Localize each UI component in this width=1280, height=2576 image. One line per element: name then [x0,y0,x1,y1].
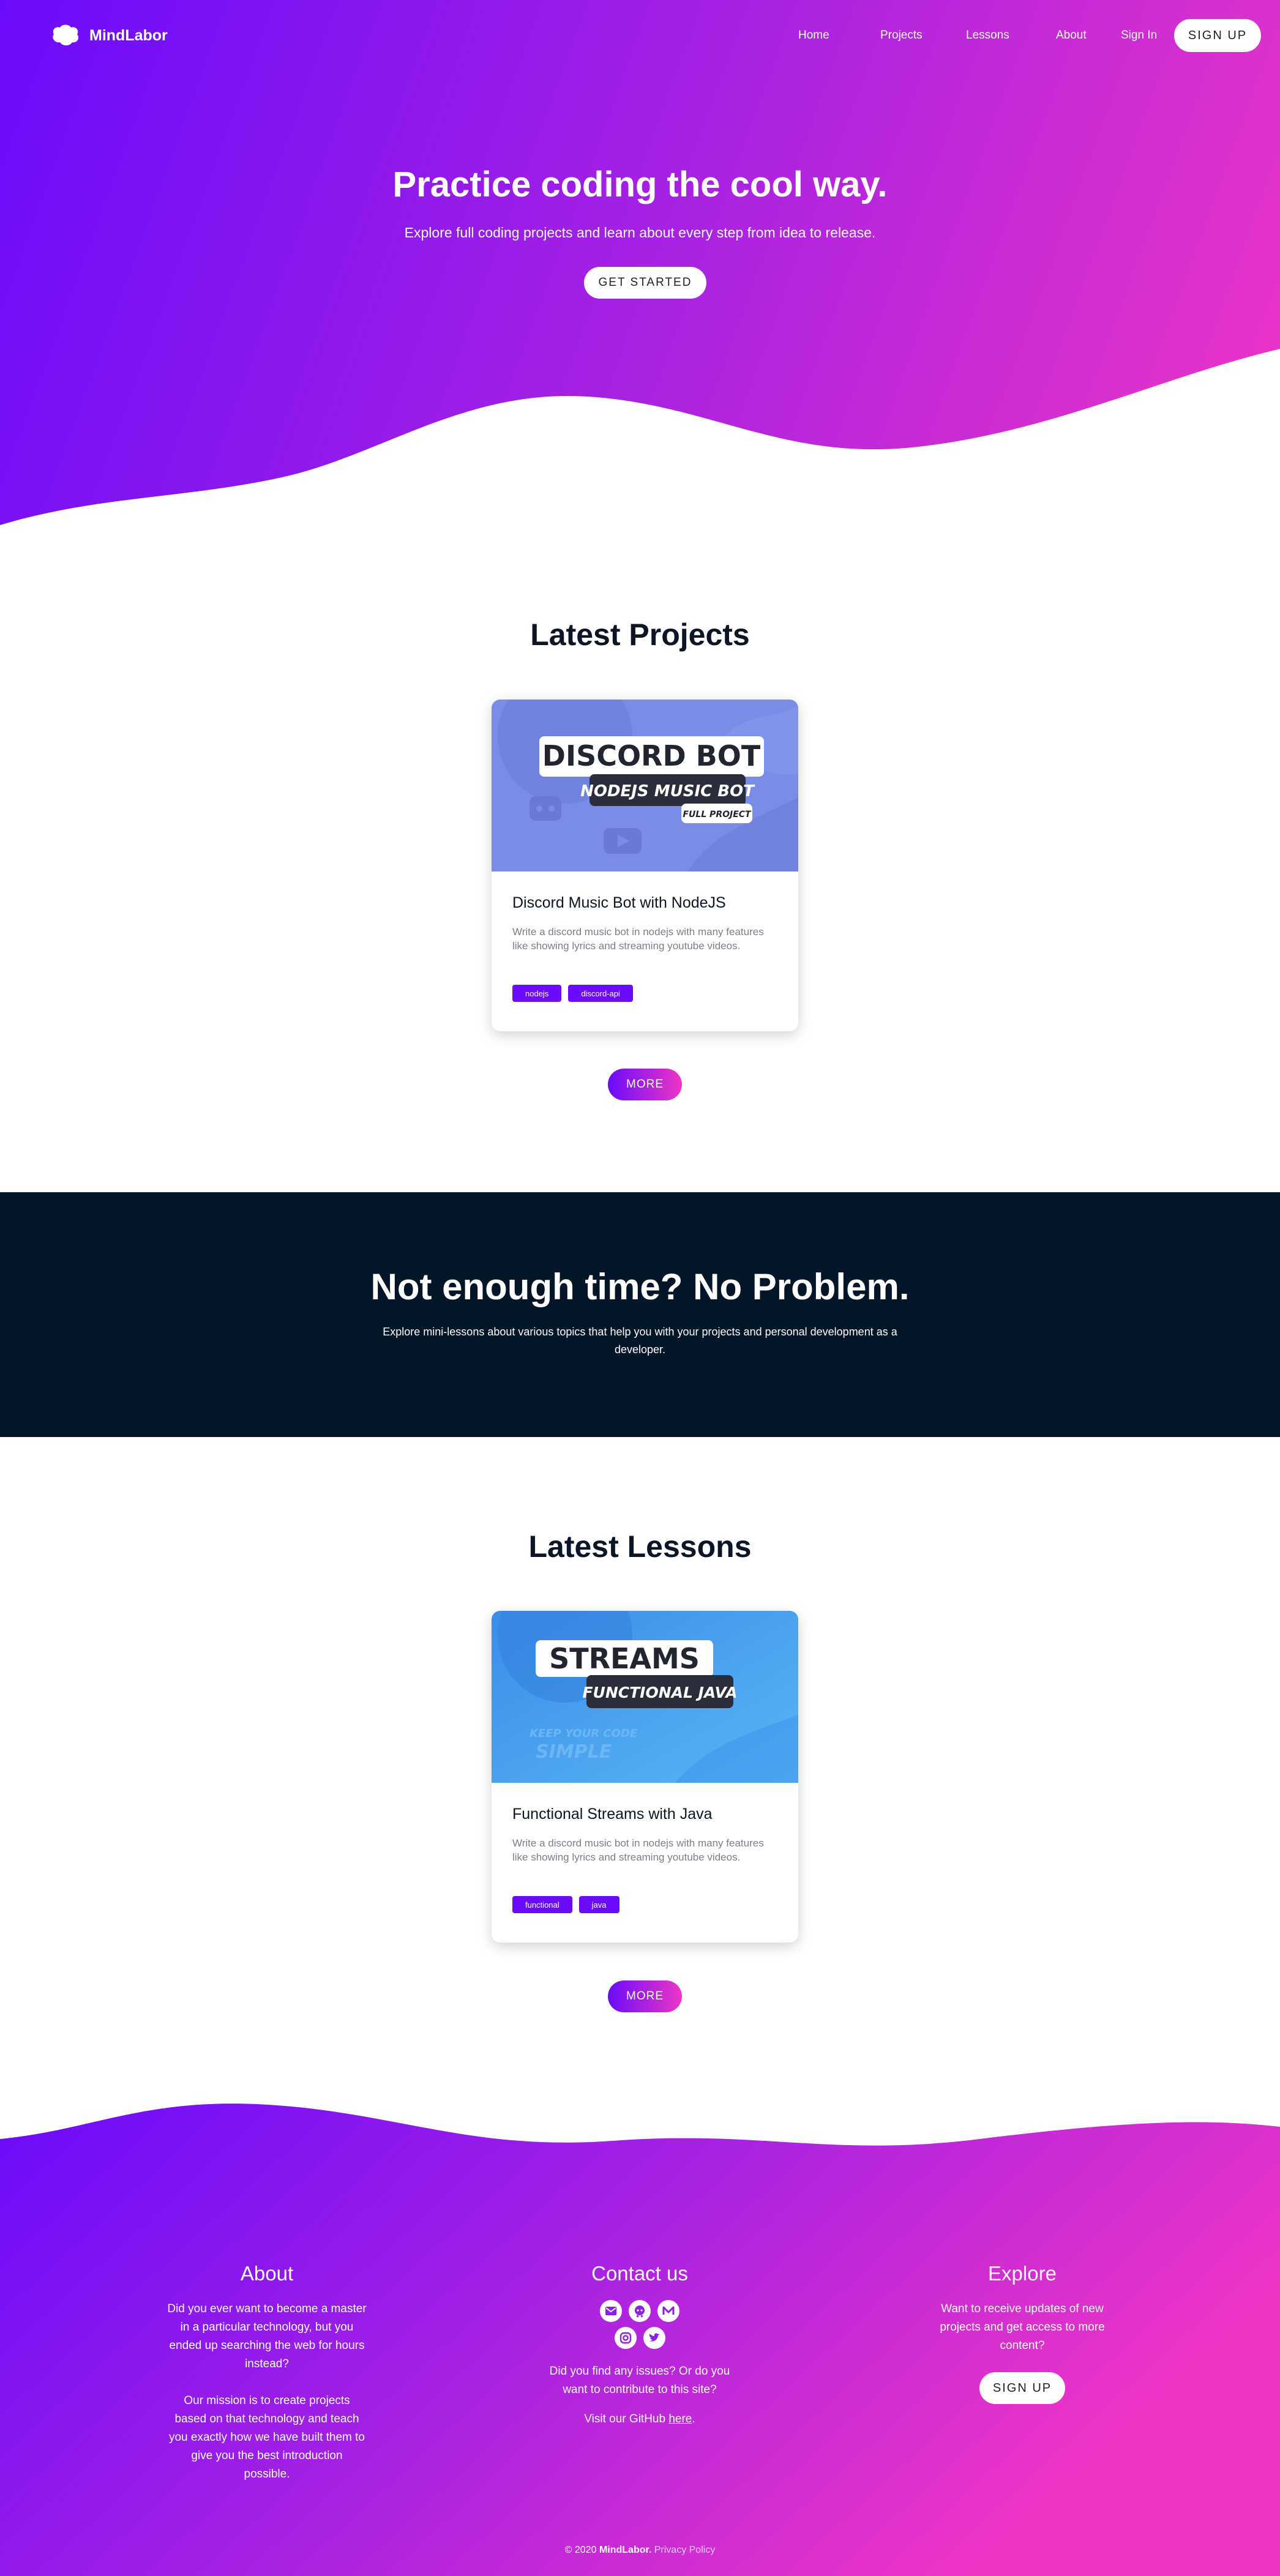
projects-more-button[interactable]: MORE [608,1069,682,1100]
nav-sign-in-link[interactable]: Sign In [1121,29,1157,42]
lessons-section-title: Latest Lessons [528,1529,752,1564]
footer-sign-up-button[interactable]: SIGN UP [979,2372,1065,2404]
footer-explore-text: Want to receive updates of new projects … [940,2302,1105,2352]
hero-section: MindLabor Home Projects Lessons About Si… [0,0,1280,539]
nav-link-projects[interactable]: Projects [880,29,923,42]
copyright: © 2020 MindLabor. Privacy Policy [0,2545,1280,2556]
tag-functional[interactable]: functional [512,1896,572,1913]
hero-title: Practice coding the cool way. [392,165,888,204]
footer-github-suffix: . [692,2413,695,2425]
thumb-title-text: STREAMS [549,1642,700,1675]
lesson-card-tags: functional java [512,1896,619,1913]
twitter-icon[interactable] [643,2327,665,2349]
thumb-badge-text: FULL PROJECT [683,810,752,819]
top-nav: MindLabor Home Projects Lessons About Si… [0,0,1280,73]
footer-about-text-1: Did you ever want to become a master in … [167,2302,367,2370]
lesson-card-description: Write a discord music bot in nodejs with… [512,1837,764,1863]
youtube-play-icon [604,828,642,854]
get-started-button[interactable]: GET STARTED [584,267,706,299]
footer-contact: Contact us Did you find any issues? Or d… [539,2262,741,2429]
mail-icon[interactable] [600,2300,622,2322]
lesson-thumbnail: STREAMS FUNCTIONAL JAVA KEEP YOUR CODE S… [492,1611,798,1783]
footer-explore-title: Explore [988,2262,1057,2285]
project-card-description: Write a discord music bot in nodejs with… [512,926,764,952]
brain-logo-icon [53,24,79,46]
thumb-tagline-big-text: SIMPLE [536,1741,612,1763]
footer-about-text-2: Our mission is to create projects based … [168,2394,365,2481]
tag-discord-api[interactable]: discord-api [568,985,633,1002]
project-card[interactable]: DISCORD BOT NODEJS MUSIC BOT FULL PROJEC… [492,700,798,1031]
thumb-tagline-text: KEEP YOUR CODE [530,1727,638,1740]
copyright-brand: MindLabor. [599,2545,652,2555]
privacy-policy-link[interactable]: Privacy Policy [654,2545,716,2555]
footer-github-prefix: Visit our GitHub [584,2413,669,2425]
footer-contact-issues-text: Did you find any issues? Or do you want … [549,2365,730,2396]
thumb-subtitle-text: NODEJS MUSIC BOT [580,782,755,801]
nav-sign-up-button[interactable]: SIGN UP [1174,19,1261,52]
footer-github-link[interactable]: here [668,2413,692,2425]
project-thumbnail: DISCORD BOT NODEJS MUSIC BOT FULL PROJEC… [492,700,798,872]
nav-link-lessons[interactable]: Lessons [966,29,1009,42]
instagram-icon[interactable] [614,2327,637,2349]
copyright-prefix: © 2020 [564,2545,599,2555]
footer-contact-title: Contact us [591,2262,688,2285]
footer-explore: Explore Want to receive updates of new p… [926,2262,1118,2404]
thumb-subtitle-text: FUNCTIONAL JAVA [582,1684,737,1701]
medium-icon[interactable] [657,2300,679,2322]
hero-wave-divider [0,349,1280,539]
footer-about: About Did you ever want to become a mast… [167,2262,367,2484]
hero-subtitle: Explore full coding projects and learn a… [404,225,876,241]
promo-subtitle: Explore mini-lessons about various topic… [383,1326,897,1356]
discord-icon [530,796,561,821]
tag-nodejs[interactable]: nodejs [512,985,562,1002]
nav-link-about[interactable]: About [1056,29,1087,42]
promo-band: Not enough time? No Problem. Explore min… [0,1192,1280,1437]
brand-name: MindLabor [89,26,168,44]
footer-github-line: Visit our GitHub here. [539,2410,741,2429]
github-icon[interactable] [629,2300,651,2322]
nav-link-home[interactable]: Home [798,29,829,42]
project-card-tags: nodejs discord-api [512,985,633,1002]
project-card-title[interactable]: Discord Music Bot with NodeJS [512,894,726,912]
tag-java[interactable]: java [578,1896,619,1913]
logo[interactable]: MindLabor [50,23,168,48]
footer: About Did you ever want to become a mast… [0,2093,1280,2576]
lessons-more-button[interactable]: MORE [608,1981,682,2012]
projects-section-title: Latest Projects [530,618,750,652]
thumb-title-text: DISCORD BOT [542,739,761,772]
lesson-card[interactable]: STREAMS FUNCTIONAL JAVA KEEP YOUR CODE S… [492,1611,798,1943]
promo-title: Not enough time? No Problem. [370,1266,910,1307]
footer-about-title: About [240,2262,294,2285]
lesson-card-title[interactable]: Functional Streams with Java [512,1805,713,1823]
